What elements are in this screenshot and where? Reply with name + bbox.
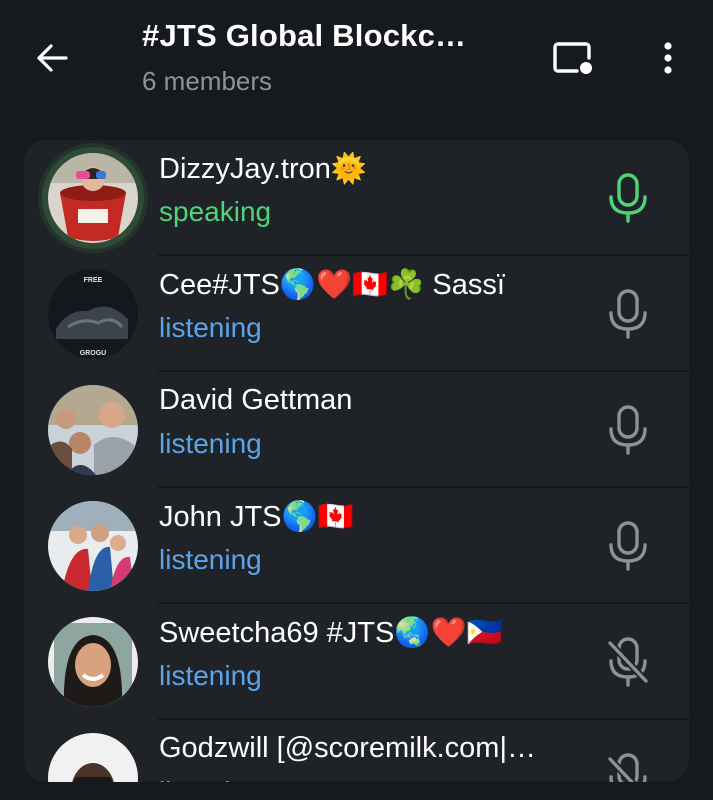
mic-button[interactable] [606, 637, 650, 687]
participant-status: listening [159, 776, 262, 782]
participant-status: listening [159, 428, 262, 459]
participants-list[interactable]: DizzyJay.tron🌞 speaking FREE GROGU Cee#J… [24, 140, 689, 782]
participant-name: David Gettman [159, 384, 353, 416]
participant-name: Cee#JTS🌎❤️🇨🇦☘️ Sassï [159, 269, 505, 301]
avatar [48, 385, 138, 475]
participant-name: DizzyJay.tron🌞 [159, 153, 367, 185]
mic-button[interactable] [606, 405, 650, 455]
mic-button[interactable] [606, 521, 650, 571]
mic-button[interactable] [606, 173, 650, 223]
mic-button[interactable] [606, 289, 650, 339]
avatar-text-grogu: GROGU [80, 350, 106, 357]
participant-name: John JTS🌎🇨🇦 [159, 501, 354, 533]
more-vertical-icon [664, 42, 672, 74]
mic-button[interactable] [606, 753, 650, 782]
microphone-icon [609, 289, 647, 339]
chat-title[interactable]: #JTS Global Blockc… [142, 18, 466, 54]
participant-name: Godzwill [@scoremilk.com|… [159, 732, 536, 764]
participant-status: listening [159, 312, 262, 343]
microphone-icon [609, 521, 647, 571]
participant-name: Sweetcha69 #JTS🌏❤️🇵🇭 [159, 617, 503, 649]
participant-row[interactable]: Godzwill [@scoremilk.com|… listening [24, 720, 689, 782]
members-count: 6 members [142, 66, 273, 96]
more-options-button[interactable] [648, 36, 688, 80]
participant-row[interactable]: Sweetcha69 #JTS🌏❤️🇵🇭 listening [24, 604, 689, 720]
avatar [48, 617, 138, 707]
back-button[interactable] [30, 36, 74, 80]
arrow-left-icon [37, 44, 68, 72]
microphone-muted-icon [606, 753, 647, 782]
screen-share-button[interactable] [549, 36, 597, 80]
avatar-text-free: FREE [84, 277, 103, 284]
avatar [48, 733, 138, 782]
participant-row[interactable]: David Gettman listening [24, 372, 689, 488]
avatar [48, 153, 138, 243]
participant-status: speaking [159, 196, 272, 227]
participant-status: listening [159, 544, 262, 575]
avatar [48, 501, 138, 591]
screen-share-icon [553, 42, 592, 74]
microphone-icon [609, 405, 647, 455]
participant-row[interactable]: DizzyJay.tron🌞 speaking [24, 140, 689, 256]
microphone-muted-icon [606, 637, 650, 687]
participant-row[interactable]: FREE GROGU Cee#JTS🌎❤️🇨🇦☘️ Sassï listenin… [24, 256, 689, 372]
participant-status: listening [159, 660, 262, 691]
avatar: FREE GROGU [48, 269, 138, 359]
top-bar: #JTS Global Blockc… 6 members [0, 0, 713, 130]
participant-row[interactable]: John JTS🌎🇨🇦 listening [24, 488, 689, 604]
microphone-active-icon [609, 173, 647, 223]
